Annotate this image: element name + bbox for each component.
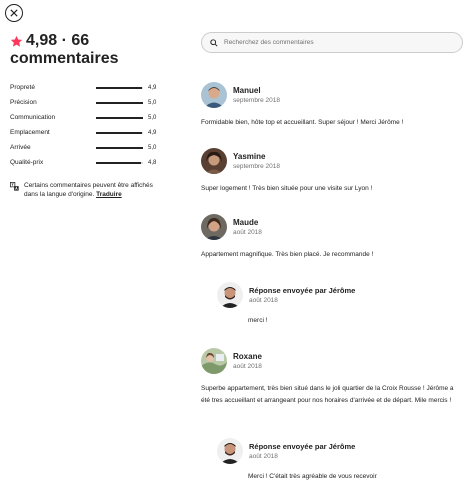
category-bar — [96, 131, 143, 134]
review-text: Formidable bien, hôte top et accueillant… — [201, 119, 404, 126]
category-label: Qualité-prix — [10, 159, 44, 166]
category-row-communication: Communication 5,0 — [10, 110, 160, 125]
category-row-emplacement: Emplacement 4,9 — [10, 125, 160, 140]
avatar[interactable] — [217, 438, 243, 464]
review-header: Yasmine septembre 2018 — [201, 148, 463, 174]
category-label: Emplacement — [10, 129, 50, 136]
category-value: 4,9 — [148, 129, 157, 136]
avatar-image — [201, 348, 227, 374]
reviewer-name: Maude — [233, 217, 259, 227]
review-text: Superbe appartement, très bien situé dan… — [201, 385, 454, 404]
category-bar — [96, 86, 143, 89]
category-ratings: Propreté 4,9 Précision 5,0 Communication… — [10, 80, 160, 170]
avatar[interactable] — [201, 214, 227, 240]
category-bar — [96, 146, 143, 149]
close-icon — [10, 9, 18, 17]
category-bar-fill — [96, 146, 143, 149]
avatar[interactable] — [201, 148, 227, 174]
reply-title: Réponse envoyée par Jérôme — [249, 441, 356, 451]
review-meta: Yasmine septembre 2018 — [233, 152, 280, 171]
close-button[interactable] — [5, 4, 23, 22]
reply-meta: Réponse envoyée par Jérôme août 2018 — [249, 286, 355, 305]
category-bar — [96, 116, 143, 119]
host-reply: Réponse envoyée par Jérôme août 2018 Mer… — [217, 438, 463, 482]
avatar-image — [201, 148, 227, 174]
avatar[interactable] — [201, 82, 227, 108]
rating-summary: 4,98 · 66 commentaires Propreté 4,9 Préc… — [10, 32, 160, 199]
category-bar-fill — [96, 101, 143, 104]
avatar-image — [201, 214, 227, 240]
category-bar — [96, 101, 143, 104]
review-meta: Roxane août 2018 — [233, 352, 262, 371]
overall-rating: 4,98 · 66 — [26, 32, 90, 49]
host-reply: Réponse envoyée par Jérôme août 2018 mer… — [217, 282, 463, 326]
category-bar — [96, 161, 143, 164]
category-label: Arrivée — [10, 144, 31, 151]
category-label: Communication — [10, 114, 56, 121]
category-label: Précision — [10, 99, 37, 106]
category-label: Propreté — [10, 84, 35, 91]
reply-date: août 2018 — [249, 452, 278, 460]
avatar-image — [217, 282, 243, 308]
reply-header: Réponse envoyée par Jérôme août 2018 — [217, 282, 463, 308]
reviewer-name: Manuel — [233, 85, 261, 95]
category-bar-fill — [96, 161, 142, 164]
reply-text: Merci ! C'était très agréable de vous re… — [248, 473, 377, 480]
reviews-count-label: commentaires — [10, 50, 119, 67]
review-date: septembre 2018 — [233, 96, 280, 104]
search-bar[interactable] — [201, 32, 463, 53]
category-value: 5,0 — [148, 114, 157, 121]
reply-meta: Réponse envoyée par Jérôme août 2018 — [249, 442, 355, 461]
category-row-qualite-prix: Qualité-prix 4,8 — [10, 155, 160, 170]
translation-note-text: Certains commentaires peuvent être affic… — [24, 182, 153, 198]
reply-date: août 2018 — [249, 296, 278, 304]
reply-text: merci ! — [248, 317, 268, 324]
category-value: 4,9 — [148, 84, 157, 91]
reviewer-name: Roxane — [233, 351, 262, 361]
category-value: 5,0 — [148, 99, 157, 106]
review-date: septembre 2018 — [233, 162, 280, 170]
search-input[interactable] — [224, 39, 444, 46]
category-value: 5,0 — [148, 144, 157, 151]
review-item: Yasmine septembre 2018 Super logement ! … — [201, 148, 463, 195]
avatar-image — [201, 82, 227, 108]
review-header: Manuel septembre 2018 — [201, 82, 463, 108]
category-bar-fill — [96, 131, 143, 134]
rating-header: 4,98 · 66 — [10, 32, 160, 50]
reply-title: Réponse envoyée par Jérôme — [249, 285, 356, 295]
category-row-precision: Précision 5,0 — [10, 95, 160, 110]
category-bar-fill — [96, 116, 143, 119]
reviewer-name: Yasmine — [233, 151, 266, 161]
avatar[interactable] — [201, 348, 227, 374]
search-icon — [210, 38, 218, 47]
review-text: Super logement ! Très bien située pour u… — [201, 185, 373, 192]
review-header: Maude août 2018 — [201, 214, 463, 240]
translation-text-block: Certains commentaires peuvent être affic… — [24, 181, 160, 199]
avatar-image — [217, 438, 243, 464]
review-meta: Maude août 2018 — [233, 218, 262, 237]
review-meta: Manuel septembre 2018 — [233, 86, 280, 105]
review-date: août 2018 — [233, 228, 262, 236]
avatar[interactable] — [217, 282, 243, 308]
star-icon — [10, 35, 23, 47]
category-bar-fill — [96, 86, 143, 89]
category-value: 4,8 — [148, 159, 157, 166]
review-date: août 2018 — [233, 362, 262, 370]
category-row-arrivee: Arrivée 5,0 — [10, 140, 160, 155]
review-item: Roxane août 2018 Superbe appartement, tr… — [201, 348, 463, 407]
review-item: Manuel septembre 2018 Formidable bien, h… — [201, 82, 463, 129]
translate-link[interactable]: Traduire — [96, 191, 122, 198]
reply-header: Réponse envoyée par Jérôme août 2018 — [217, 438, 463, 464]
translate-icon — [10, 182, 19, 191]
translation-notice: Certains commentaires peuvent être affic… — [10, 181, 160, 199]
category-row-proprete: Propreté 4,9 — [10, 80, 160, 95]
review-text: Appartement magnifique. Très bien placé.… — [201, 251, 374, 258]
review-item: Maude août 2018 Appartement magnifique. … — [201, 214, 463, 261]
review-header: Roxane août 2018 — [201, 348, 463, 374]
